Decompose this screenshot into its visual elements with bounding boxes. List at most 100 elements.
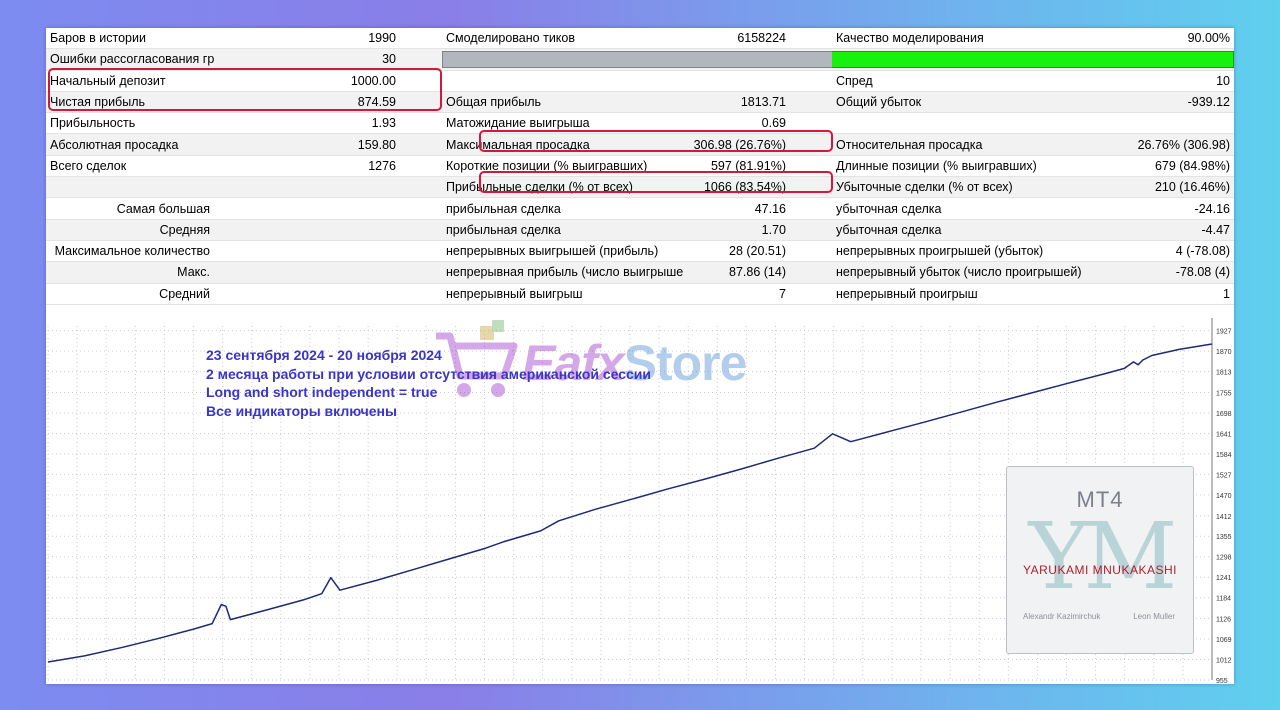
metric-value: 1.93 <box>214 112 442 135</box>
report-row: Максимальное количество непрерывных выигр… <box>46 240 1234 263</box>
y-tick-label: 1813 <box>1216 370 1232 377</box>
report-row: Всего сделок 1276 Короткие позиции (% выиг… <box>46 155 1234 178</box>
report-row: Самая большая прибыльная сделка 47.16 убыто… <box>46 197 1234 220</box>
metric-value <box>214 197 442 220</box>
metric-value: -78.08 (4) <box>1090 261 1234 284</box>
chart-annotation: 23 сентября 2024 - 20 ноября 2024 2 меся… <box>206 346 651 420</box>
y-tick-label: 1927 <box>1216 329 1232 336</box>
report-row: Средняя прибыльная сделка 1.70 убыточная сд… <box>46 219 1234 241</box>
metric-value: 1.70 <box>684 219 832 241</box>
metric-label: Абсолютная просадка <box>46 133 214 156</box>
metric-label: непрерывная прибыль (число выигрышей) <box>442 261 684 284</box>
metric-value: 0.69 <box>684 112 832 135</box>
metric-label: убыточная сделка <box>832 219 1090 241</box>
metric-label: Короткие позиции (% выигравших) <box>442 155 684 178</box>
metric-value: 1066 (83.54%) <box>684 176 832 199</box>
metric-label: Спред <box>832 70 1090 92</box>
metric-value <box>214 240 442 263</box>
strategy-tester-report: Баров в истории 1990 Смоделировано тиков 61… <box>46 28 1234 684</box>
metric-value: 597 (81.91%) <box>684 155 832 178</box>
metric-value: 874.59 <box>214 91 442 114</box>
metric-label: Общая прибыль <box>442 91 684 114</box>
annotation-dates: 23 сентября 2024 - 20 ноября 2024 <box>206 347 442 363</box>
quality-bar-green-segment <box>832 51 1234 68</box>
metric-label: Средняя <box>46 219 214 241</box>
metric-value: 47.16 <box>684 197 832 220</box>
report-row: Начальный депозит 1000.00 Спред 10 <box>46 70 1234 92</box>
metric-value <box>214 261 442 284</box>
metric-label: Смоделировано тиков <box>442 28 684 50</box>
metric-label: Всего сделок <box>46 155 214 178</box>
metric-value: -939.12 <box>1090 91 1234 114</box>
ym-logo-watermark: MT4 YM YARUKAMI MNUKAKASHI Alexandr Kazi… <box>1006 466 1194 654</box>
metric-value: 90.00% <box>1090 28 1234 50</box>
ym-monogram: YM <box>1028 503 1178 610</box>
y-tick-label: 1641 <box>1216 431 1232 438</box>
metric-label: Прибыльные сделки (% от всех) <box>442 176 684 199</box>
metric-label: убыточная сделка <box>832 197 1090 220</box>
report-row: Макс. непрерывная прибыль (число выигрыше… <box>46 261 1234 284</box>
annotation-indicators: Все индикаторы включены <box>206 402 397 419</box>
metric-value: 30 <box>214 48 442 71</box>
metric-value: -24.16 <box>1090 197 1234 220</box>
metric-label: непрерывный убыток (число проигрышей) <box>832 261 1090 284</box>
y-tick-label: 1412 <box>1216 514 1232 521</box>
y-tick-label: 1241 <box>1216 575 1232 582</box>
y-tick-label: 955 <box>1216 678 1228 684</box>
metric-value: 10 <box>1090 70 1234 92</box>
report-row: Чистая прибыль 874.59 Общая прибыль 1813.71… <box>46 91 1234 114</box>
y-tick-label: 1527 <box>1216 472 1232 479</box>
metric-value: 87.86 (14) <box>684 261 832 284</box>
metric-label: Баров в истории <box>46 28 214 50</box>
metric-value: 28 (20.51) <box>684 240 832 263</box>
metric-value: 1813.71 <box>684 91 832 114</box>
report-row: Абсолютная просадка 159.80 Максимальная пр… <box>46 133 1234 156</box>
metric-value <box>214 176 442 199</box>
modeling-quality-bar <box>442 48 1234 71</box>
report-row: Баров в истории 1990 Смоделировано тиков 61… <box>46 28 1234 50</box>
report-table: Баров в истории 1990 Смоделировано тиков 61… <box>46 28 1234 305</box>
metric-value: 210 (16.46%) <box>1090 176 1234 199</box>
y-tick-label: 1470 <box>1216 493 1232 500</box>
metric-value: 306.98 (26.76%) <box>684 133 832 156</box>
metric-label: Матожидание выигрыша <box>442 112 684 135</box>
metric-label: Общий убыток <box>832 91 1090 114</box>
annotation-session: 2 месяца работы при условии отсутствия а… <box>206 365 651 382</box>
metric-label: Прибыльность <box>46 112 214 135</box>
metric-label: Начальный депозит <box>46 70 214 92</box>
author-name-2: Leon Muller <box>1133 612 1175 621</box>
y-tick-label: 1126 <box>1216 617 1231 624</box>
metric-label: Макс. <box>46 261 214 284</box>
y-axis: 955 1012 1069 1126 1184 1241 1298 1355 1412 1470 1… <box>1211 318 1232 684</box>
metric-label: Максимальное количество <box>46 240 214 263</box>
metric-value <box>1090 112 1234 135</box>
metric-label: прибыльная сделка <box>442 219 684 241</box>
metric-label: Максимальная просадка <box>442 133 684 156</box>
y-tick-label: 1755 <box>1216 390 1232 397</box>
metric-value: 4 (-78.08) <box>1090 240 1234 263</box>
metric-label: непрерывных проигрышей (убыток) <box>832 240 1090 263</box>
metric-value: 1000.00 <box>214 70 442 92</box>
metric-value: 1990 <box>214 28 442 50</box>
y-tick-label: 1298 <box>1216 555 1232 562</box>
metric-value: 159.80 <box>214 133 442 156</box>
metric-value: -4.47 <box>1090 219 1234 241</box>
metric-label: Самая большая <box>46 197 214 220</box>
metric-label: Относительная просадка <box>832 133 1090 156</box>
metric-label <box>442 70 684 92</box>
y-tick-label: 1069 <box>1216 637 1232 644</box>
author-name-1: Alexandr Kazimirchuk <box>1023 612 1101 621</box>
metric-value <box>684 70 832 92</box>
metric-label <box>832 112 1090 135</box>
metric-label: прибыльная сделка <box>442 197 684 220</box>
metric-value: 26.76% (306.98) <box>1090 133 1234 156</box>
metric-value: 1276 <box>214 155 442 178</box>
metric-label: Чистая прибыль <box>46 91 214 114</box>
y-tick-label: 1698 <box>1216 411 1232 418</box>
y-tick-label: 1584 <box>1216 452 1232 459</box>
metric-value <box>214 219 442 241</box>
y-tick-label: 1012 <box>1216 658 1232 665</box>
y-tick-label: 1355 <box>1216 534 1232 541</box>
metric-value: 6158224 <box>684 28 832 50</box>
metric-label: непрерывных выигрышей (прибыль) <box>442 240 684 263</box>
